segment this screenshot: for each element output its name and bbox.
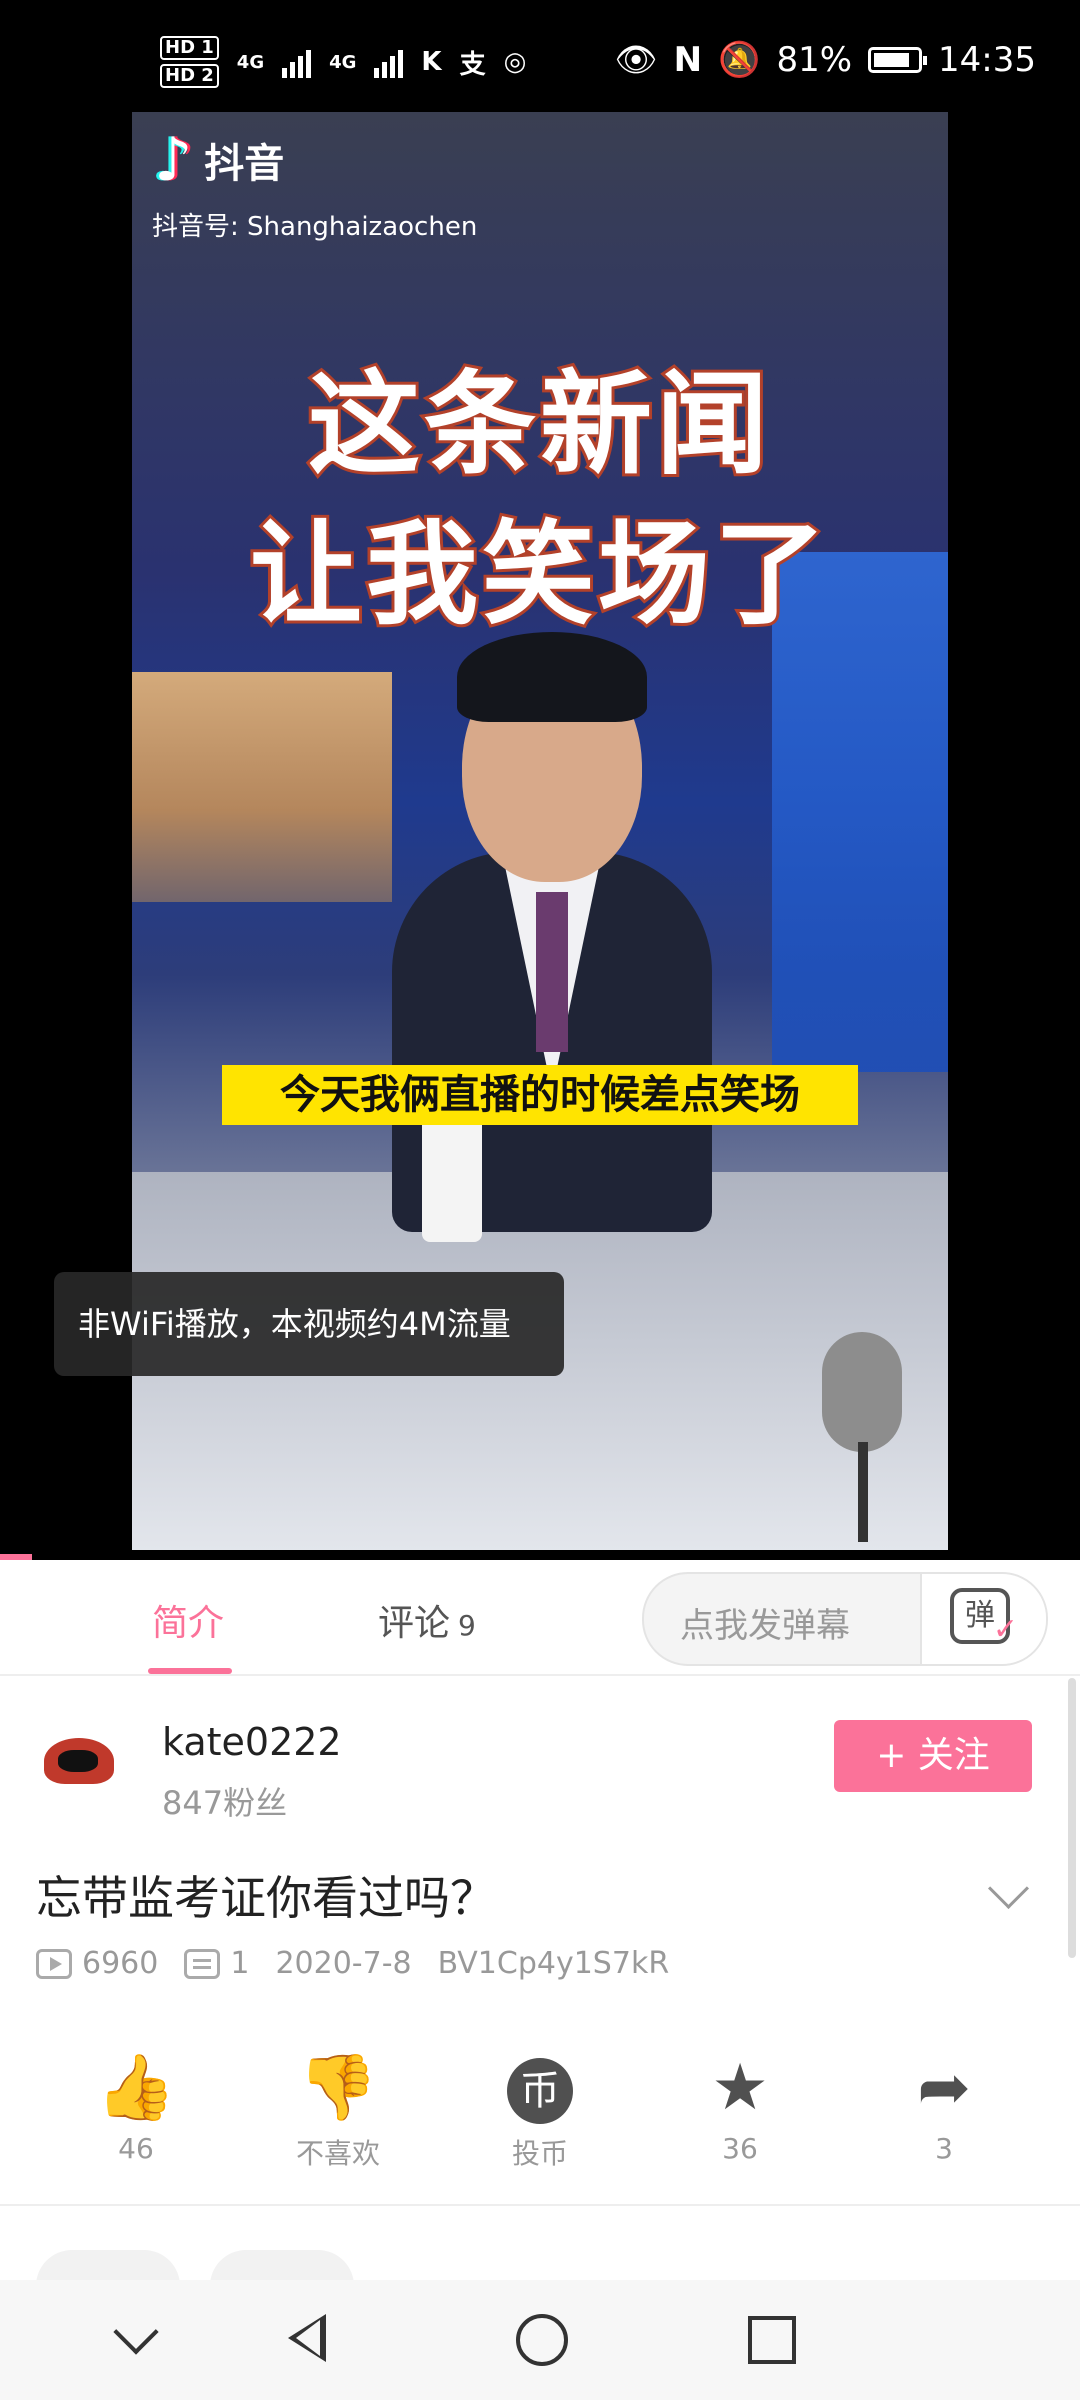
recents-button[interactable] bbox=[748, 2316, 796, 2364]
signal-icon bbox=[282, 46, 312, 78]
action-bar: 👍 46 👎 不喜欢 币 投币 ★ 36 ➦ 3 bbox=[0, 2050, 1080, 2170]
dislike-button[interactable]: 👎 不喜欢 bbox=[258, 2050, 418, 2172]
back-icon-inner bbox=[296, 2320, 320, 2356]
mute-bell-icon: 🔕 bbox=[718, 40, 761, 80]
thumbs-up-icon: 👍 bbox=[96, 2051, 176, 2125]
battery-icon bbox=[868, 47, 928, 73]
microphone-icon bbox=[822, 1332, 902, 1452]
thumbs-down-icon: 👎 bbox=[298, 2051, 378, 2125]
scrollbar[interactable] bbox=[1068, 1678, 1076, 1958]
city-skyline-backdrop bbox=[132, 672, 392, 902]
coin-icon: 币 bbox=[507, 2058, 573, 2125]
share-button[interactable]: ➦ 3 bbox=[864, 2050, 1024, 2165]
danmu-input[interactable]: 点我发弹幕 弹 bbox=[642, 1572, 1048, 1666]
status-left: HD 1 HD 2 4G 4G K 支 ◎ bbox=[160, 36, 526, 88]
avatar[interactable] bbox=[38, 1730, 120, 1812]
network-type-1: 4G bbox=[236, 51, 265, 73]
danmaku-count-icon bbox=[184, 1948, 221, 1979]
microphone-stand bbox=[858, 1442, 868, 1542]
share-count: 3 bbox=[935, 2132, 953, 2165]
upload-date: 2020-7-8 bbox=[275, 1946, 412, 1981]
uploader-fans: 847粉丝 bbox=[162, 1784, 288, 1822]
clock: 14:35 bbox=[938, 40, 1036, 80]
like-count: 46 bbox=[118, 2132, 154, 2165]
danmaku-count: 1 bbox=[184, 1946, 249, 1981]
avatar-bird-detail bbox=[58, 1750, 98, 1772]
video-player[interactable]: ♪ 抖音 抖音号: Shanghaizaochen 这条新闻 让我笑场了 今天我… bbox=[0, 112, 1080, 1560]
uploader-name[interactable]: kate0222 bbox=[162, 1720, 342, 1764]
video-subtitle: 今天我俩直播的时候差点笑场 bbox=[222, 1065, 858, 1125]
tab-active-indicator bbox=[148, 1668, 232, 1674]
tab-comments[interactable]: 评论 9 bbox=[378, 1594, 476, 1646]
danmu-placeholder: 点我发弹幕 bbox=[680, 1606, 850, 1646]
star-icon: ★ bbox=[711, 2051, 769, 2125]
home-button[interactable] bbox=[516, 2314, 568, 2366]
like-button[interactable]: 👍 46 bbox=[56, 2050, 216, 2165]
location-icon: ◎ bbox=[503, 47, 527, 77]
video-headline-line1: 这条新闻 bbox=[305, 357, 772, 493]
video-headline-line2: 让我笑场了 bbox=[247, 507, 830, 643]
danmaku-count-value: 1 bbox=[230, 1946, 250, 1981]
alipay-icon: 支 bbox=[459, 49, 486, 80]
tiktok-account-id: 抖音号: Shanghaizaochen bbox=[152, 212, 478, 242]
detail-tab-bar: 简介 评论 9 点我发弹幕 弹 bbox=[0, 1560, 1080, 1676]
favorite-count: 36 bbox=[722, 2132, 758, 2165]
nfc-icon: N bbox=[673, 40, 703, 80]
notification-k-icon: K bbox=[421, 47, 442, 77]
tiktok-brand: 抖音 bbox=[204, 141, 285, 187]
section-divider bbox=[0, 2204, 1080, 2206]
tiktok-watermark: ♪ 抖音 bbox=[154, 130, 284, 190]
follow-button[interactable]: + 关注 bbox=[834, 1720, 1032, 1792]
anchor-tie bbox=[536, 892, 568, 1052]
favorite-button[interactable]: ★ 36 bbox=[660, 2050, 820, 2165]
tiktok-logo-icon: ♪ bbox=[154, 125, 193, 195]
signal-icon-2 bbox=[374, 46, 404, 78]
tab-comments-count: 9 bbox=[458, 1609, 476, 1642]
data-usage-toast: 非WiFi播放，本视频约4M流量 bbox=[54, 1272, 564, 1376]
tab-comments-label: 评论 bbox=[378, 1603, 451, 1644]
share-icon: ➦ bbox=[917, 2051, 971, 2125]
coin-label: 投币 bbox=[511, 2137, 568, 2170]
hd-indicator: HD 1 HD 2 bbox=[160, 36, 219, 88]
status-right: 👁 N 🔕 81% 14:35 bbox=[614, 40, 1036, 80]
tab-intro[interactable]: 简介 bbox=[152, 1594, 224, 1646]
coin-button[interactable]: 币 投币 bbox=[460, 2050, 620, 2172]
dislike-label: 不喜欢 bbox=[295, 2137, 380, 2170]
play-count-icon bbox=[36, 1948, 72, 1979]
network-type-2: 4G bbox=[329, 51, 357, 73]
danmu-icon: 弹 bbox=[950, 1588, 1018, 1654]
battery-percent: 81% bbox=[776, 40, 853, 80]
system-nav-bar bbox=[0, 2280, 1080, 2400]
view-count: 6960 bbox=[36, 1946, 158, 1981]
expand-chevron-icon[interactable] bbox=[987, 1867, 1030, 1910]
hd1-label: HD 1 bbox=[160, 36, 219, 60]
video-title: 忘带监考证你看过吗？ bbox=[36, 1871, 496, 1925]
status-bar: HD 1 HD 2 4G 4G K 支 ◎ 👁 N 🔕 81% 14:35 bbox=[0, 0, 1080, 112]
hide-nav-chevron-icon[interactable] bbox=[113, 2309, 159, 2355]
hd2-label: HD 2 bbox=[160, 64, 219, 88]
video-meta: 6960 1 2020-7-8 BV1Cp4y1S7kR bbox=[36, 1946, 669, 1981]
view-count-value: 6960 bbox=[82, 1946, 159, 1981]
desk-cup bbox=[422, 1112, 482, 1242]
bvid: BV1Cp4y1S7kR bbox=[437, 1946, 670, 1981]
danmu-toggle-button[interactable]: 弹 bbox=[920, 1574, 1046, 1664]
eye-comfort-icon: 👁 bbox=[614, 40, 658, 80]
